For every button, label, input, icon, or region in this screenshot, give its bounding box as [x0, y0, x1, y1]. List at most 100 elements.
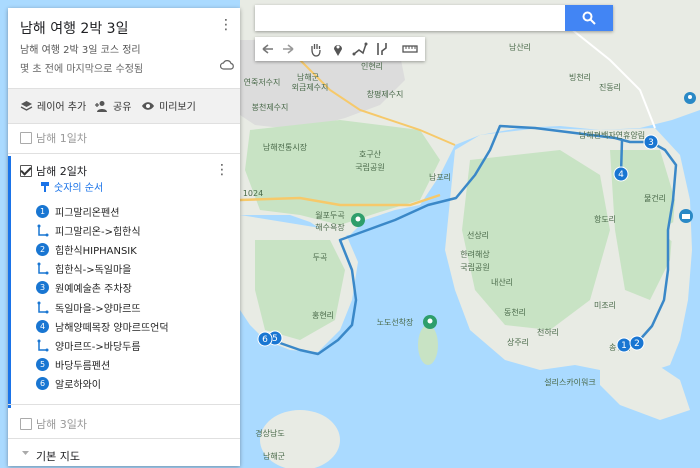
- directions-list-item[interactable]: 피그말리온->힙한식: [36, 221, 141, 239]
- share-label: 공유: [113, 102, 132, 113]
- undo-icon[interactable]: [259, 40, 277, 58]
- layer-day1-label[interactable]: 남해 1일차: [36, 130, 87, 146]
- marker-icon[interactable]: [329, 40, 347, 58]
- place-list-item[interactable]: 2 힙한식HIPHANSIK: [36, 240, 137, 258]
- place-label: 항도리: [594, 215, 616, 224]
- route-marker[interactable]: 3: [643, 134, 659, 150]
- directions-route-icon: [37, 224, 49, 237]
- directions-route-icon: [37, 301, 49, 313]
- paint-bucket-icon: [41, 181, 49, 192]
- item-label: 힙한식->독일마을: [55, 265, 132, 277]
- place-label: 상주리: [507, 337, 529, 347]
- place-label: 남포리: [429, 173, 451, 182]
- place-label: 홍현리: [312, 310, 334, 320]
- directions-list-item[interactable]: 양마르뜨->바당두름: [36, 336, 141, 354]
- search-button[interactable]: [565, 5, 613, 31]
- place-number-icon: 5: [36, 358, 49, 372]
- chevron-down-icon[interactable]: [21, 450, 30, 456]
- layer-options-icon[interactable]: ⋮: [214, 161, 230, 179]
- layer-day2-checkbox[interactable]: [20, 165, 32, 177]
- active-layer-indicator: [8, 156, 11, 408]
- route-marker[interactable]: 2: [629, 335, 645, 351]
- layers-icon: [20, 100, 33, 111]
- item-label: 독일마을->양마르뜨: [55, 303, 141, 315]
- hand-icon[interactable]: [307, 40, 325, 58]
- place-label: 선상리: [467, 230, 489, 240]
- item-label: 원예예술촌 주차장: [55, 284, 132, 296]
- place-label: 내산리: [491, 277, 513, 287]
- route-marker-number: 3: [648, 138, 654, 148]
- add-person-icon: [95, 100, 107, 112]
- place-label: 두곡: [313, 253, 328, 262]
- place-list-item[interactable]: 5 바당두름펜션: [36, 356, 110, 374]
- last-edited-text: 몇 초 전에 마지막으로 수정됨: [20, 64, 144, 75]
- map-options-icon[interactable]: ⋮: [218, 16, 234, 34]
- layer-day3[interactable]: 남해 3일차: [8, 411, 240, 437]
- search-box: [255, 5, 613, 31]
- route-marker-number: 4: [618, 170, 624, 180]
- divider: [8, 153, 240, 154]
- layer-style-link[interactable]: 숫자의 순서: [40, 179, 103, 194]
- route-marker-number: 2: [634, 339, 640, 349]
- draw-line-icon[interactable]: [351, 40, 369, 58]
- preview-button[interactable]: 미리보기: [141, 98, 196, 113]
- redo-icon[interactable]: [279, 40, 297, 58]
- route-marker-number: 6: [262, 335, 268, 345]
- route-marker[interactable]: 1: [616, 337, 632, 353]
- place-label: 노도선착장: [377, 317, 414, 327]
- layer-day3-label[interactable]: 남해 3일차: [36, 416, 87, 432]
- place-number-icon: 1: [36, 204, 49, 218]
- place-label: 남해군: [263, 451, 285, 461]
- place-number-icon: 6: [36, 377, 49, 391]
- place-label: 진동리: [599, 82, 621, 92]
- layer-day3-checkbox[interactable]: [20, 418, 32, 430]
- place-label: 국립공원: [460, 263, 489, 272]
- place-list-item[interactable]: 3 원예예술촌 주차장: [36, 279, 132, 297]
- place-number-icon: 2: [36, 242, 49, 256]
- search-input[interactable]: [263, 5, 567, 31]
- place-list-item[interactable]: 6 알로하와이: [36, 375, 101, 393]
- map-title[interactable]: 남해 여행 2박 3일: [20, 18, 128, 38]
- place-label: 미조리: [594, 301, 616, 310]
- place-label: 외금제수지: [292, 82, 329, 92]
- item-label: 피그말리온펜션: [55, 207, 120, 219]
- map-description[interactable]: 남해 여행 2박 3일 코스 정리: [20, 41, 141, 56]
- place-number-icon: 3: [36, 281, 49, 295]
- base-map-label[interactable]: 기본 지도: [36, 448, 80, 464]
- divider: [8, 438, 240, 439]
- place-label: 남해편백자연휴양림: [579, 130, 645, 140]
- route-marker-number: 1: [621, 341, 627, 351]
- ferry-pin-icon[interactable]: [423, 315, 437, 329]
- place-label: 물건리: [644, 193, 666, 203]
- add-layer-label: 레이어 추가: [37, 102, 87, 113]
- preview-label: 미리보기: [159, 102, 196, 113]
- item-label: 남해양떼목장 양마르뜨언덕: [55, 322, 169, 334]
- style-link-label: 숫자의 순서: [54, 183, 104, 194]
- place-label: 1024: [243, 189, 263, 198]
- add-layer-button[interactable]: 레이어 추가: [20, 98, 86, 113]
- divider: [8, 404, 240, 405]
- route-marker-number: 5: [272, 334, 278, 344]
- park-pin-icon[interactable]: [351, 213, 365, 227]
- directions-list-item[interactable]: 독일마을->양마르뜨: [36, 298, 141, 316]
- layer-day2-label[interactable]: 남해 2일차: [36, 163, 87, 179]
- layer-day1-checkbox[interactable]: [20, 132, 32, 144]
- camera-pin-icon[interactable]: [679, 209, 693, 223]
- layer-day1[interactable]: 남해 1일차: [8, 124, 240, 150]
- place-label: 창평제수지: [367, 89, 404, 99]
- route-marker[interactable]: 6: [257, 331, 273, 347]
- directions-icon[interactable]: [373, 40, 391, 58]
- place-label: 천하리: [537, 327, 559, 337]
- place-label: 남산리: [509, 42, 531, 52]
- place-list-item[interactable]: 1 피그말리온펜션: [36, 202, 119, 220]
- route-marker[interactable]: 4: [613, 166, 629, 182]
- ruler-icon[interactable]: [401, 40, 419, 58]
- base-map-row[interactable]: 기본 지도: [8, 442, 240, 466]
- place-label: 봉천제수지: [252, 102, 289, 112]
- item-label: 양마르뜨->바당두름: [55, 341, 141, 353]
- directions-list-item[interactable]: 힙한식->독일마을: [36, 260, 131, 278]
- place-label: 한려해상: [460, 249, 490, 259]
- share-button[interactable]: 공유: [94, 98, 131, 113]
- place-list-item[interactable]: 4 남해양떼목장 양마르뜨언덕: [36, 317, 169, 335]
- map-pin-icon[interactable]: [684, 92, 696, 104]
